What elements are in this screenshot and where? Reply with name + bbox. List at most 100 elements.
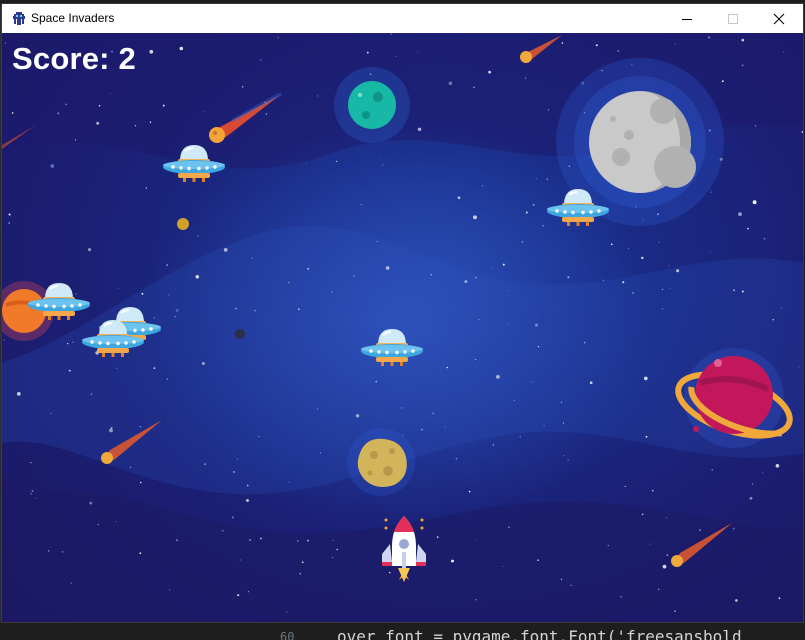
star [548,480,550,482]
star [162,104,165,107]
star [286,611,288,613]
star [50,164,55,168]
star [254,310,256,312]
star [775,464,780,468]
star [174,315,177,318]
star [89,501,93,505]
star [537,346,540,348]
star [649,543,651,545]
star [643,376,648,381]
star [741,38,745,42]
space-invader-icon [11,11,27,27]
star [430,274,432,276]
star [360,204,362,206]
star [534,323,539,327]
minimize-button[interactable] [664,4,710,33]
star [288,282,290,284]
star [475,359,477,360]
star [473,86,475,88]
star [179,46,184,51]
comet [2,125,36,149]
star [446,366,449,369]
star [139,552,142,555]
star [754,125,757,127]
star [508,290,510,291]
star [149,49,154,54]
star [457,196,461,200]
maximize-button[interactable] [710,4,756,33]
ufo-enemy [360,328,424,367]
star [641,513,644,516]
star [417,51,418,53]
star [617,50,619,52]
star [645,435,648,438]
close-button[interactable] [756,4,802,33]
star [400,407,402,409]
star [666,517,668,519]
star [204,463,206,466]
star [380,156,381,158]
background-editor-bottom: 60 over_font = pygame.font.Font('freesan… [0,622,805,640]
star [641,256,644,260]
star [260,537,262,540]
star [68,369,71,372]
star [30,493,32,495]
star [149,121,152,123]
star [251,257,253,259]
star [141,292,144,295]
star [305,162,307,164]
star [70,582,72,584]
star [474,367,476,369]
star [195,275,200,279]
star [117,288,119,290]
star [560,578,563,580]
star [299,573,301,575]
star [237,594,240,597]
star [741,290,744,293]
game-canvas[interactable]: Score: 2 [2,33,803,622]
score-label: Score: 2 [12,41,136,76]
star [109,92,111,94]
star [567,276,570,279]
close-icon [773,13,785,24]
star [385,266,390,270]
star [488,70,491,74]
star [658,588,660,590]
star [239,559,241,561]
star [492,267,493,269]
star [421,429,423,431]
title-bar[interactable]: Space Invaders [2,4,803,33]
editor-line-number: 60 [280,630,295,640]
player-rocket[interactable] [376,514,432,582]
star [382,164,384,166]
star [98,104,101,107]
star [607,544,609,547]
star [366,51,369,54]
star [48,550,50,552]
star [258,435,260,438]
star [241,86,244,88]
star [669,287,671,289]
star [169,589,171,591]
star [543,424,545,427]
star [247,590,250,593]
star [355,414,360,418]
star [481,185,483,187]
star [380,413,382,415]
star [524,77,527,79]
star [223,248,228,252]
star [166,378,169,380]
star [595,44,598,47]
star [277,37,279,39]
star [222,530,224,532]
star [658,241,660,244]
star [530,381,532,383]
game-window: Space Invaders Score: 2 [2,4,803,622]
star [735,599,738,602]
star [711,468,714,471]
minimize-icon [682,18,692,20]
star [547,109,549,111]
star [249,539,251,541]
maximize-icon [728,13,738,24]
star [61,550,64,553]
